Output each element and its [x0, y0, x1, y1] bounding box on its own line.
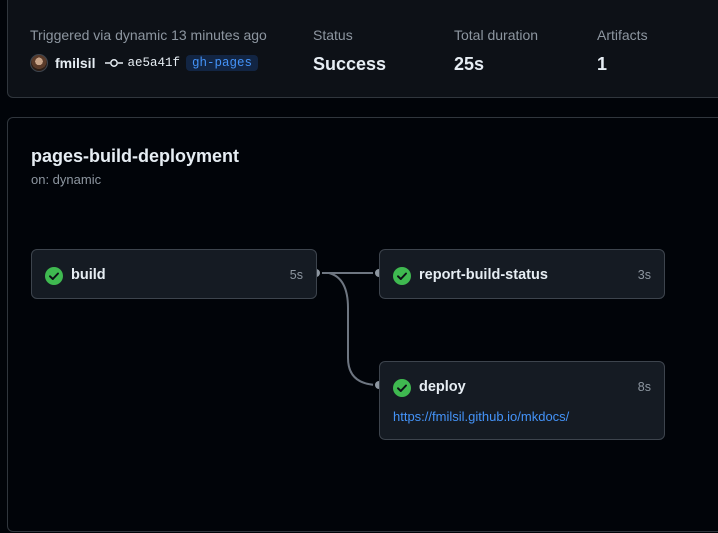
branch-badge[interactable]: gh-pages	[185, 55, 258, 71]
duration-value: 25s	[454, 54, 485, 74]
status-value: Success	[313, 54, 387, 74]
job-name: build	[71, 267, 106, 283]
check-circle-icon	[393, 267, 411, 285]
job-name: deploy	[419, 379, 466, 395]
job-card-deploy[interactable]: deploy 8s https://fmilsil.github.io/mkdo…	[379, 361, 665, 440]
artifacts-stat: Artifacts 1	[597, 27, 648, 75]
duration-stat: Total duration 25s	[454, 27, 538, 75]
check-circle-icon	[45, 267, 63, 285]
actor-row: fmilsil ae5a41f gh-pages	[30, 53, 258, 73]
workflow-graph-panel: pages-build-deployment on: dynamic build…	[7, 117, 718, 532]
artifacts-value[interactable]: 1	[597, 54, 648, 75]
artifacts-label: Artifacts	[597, 27, 648, 43]
deployment-url-link[interactable]: https://fmilsil.github.io/mkdocs/	[393, 409, 569, 424]
git-commit-icon	[105, 59, 124, 67]
duration-label: Total duration	[454, 27, 539, 43]
check-circle-icon	[393, 379, 411, 397]
actor-link[interactable]: fmilsil	[55, 55, 95, 71]
job-card-report-build-status[interactable]: report-build-status 3s	[379, 249, 665, 299]
status-label: Status	[313, 27, 353, 43]
job-duration: 8s	[637, 380, 651, 394]
workflow-trigger: on: dynamic	[31, 172, 102, 187]
run-summary-panel: Triggered via dynamic 13 minutes ago fmi…	[7, 0, 718, 98]
job-duration: 3s	[637, 268, 651, 282]
job-duration: 5s	[289, 268, 303, 282]
job-card-build[interactable]: build 5s	[31, 249, 317, 299]
workflow-title: pages-build-deployment	[31, 146, 240, 166]
status-stat: Status Success	[313, 27, 386, 75]
job-name: report-build-status	[419, 267, 548, 283]
job-connectors	[310, 267, 385, 391]
avatar[interactable]	[30, 54, 48, 72]
trigger-text: Triggered via dynamic 13 minutes ago	[30, 27, 267, 43]
commit-sha-link[interactable]: ae5a41f	[127, 56, 180, 70]
